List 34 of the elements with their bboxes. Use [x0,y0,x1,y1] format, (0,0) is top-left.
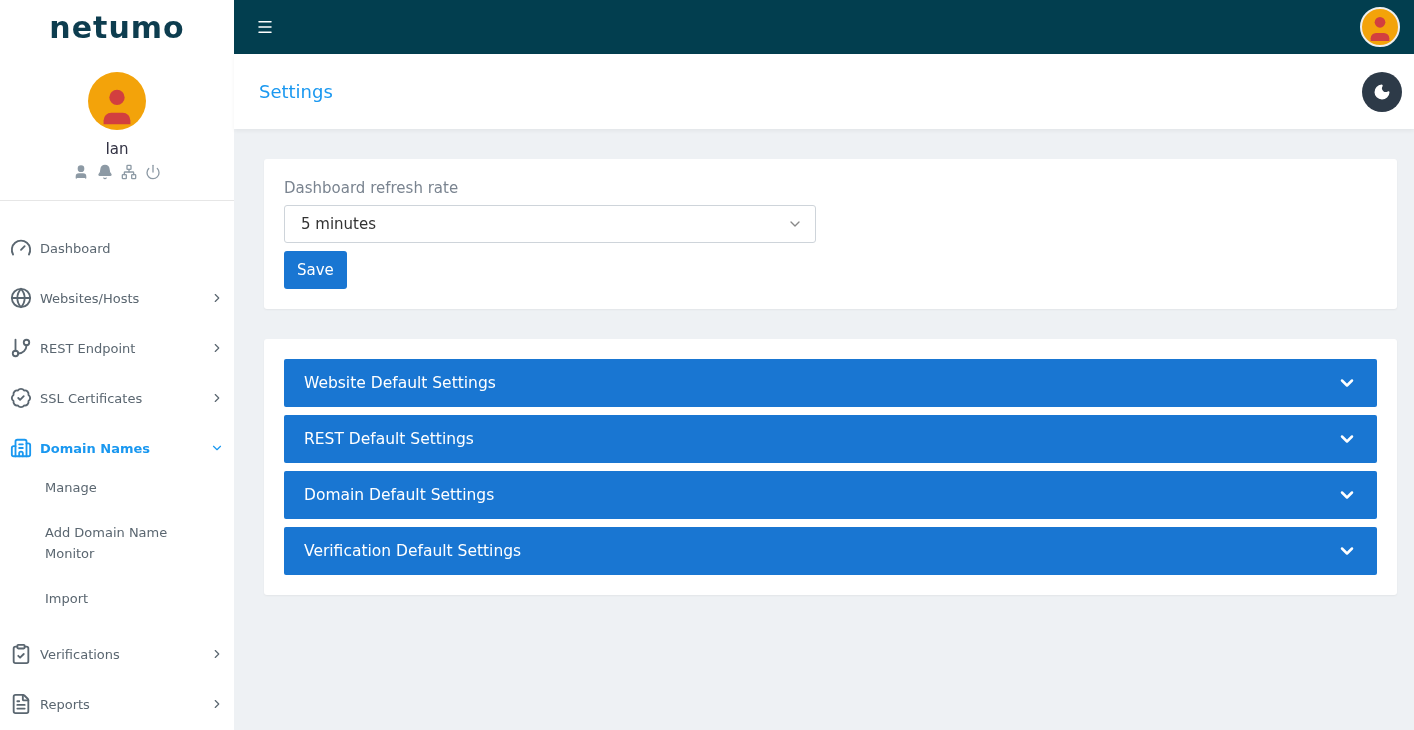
moon-icon [1373,82,1391,101]
accordion-header[interactable]: Verification Default Settings [284,527,1377,575]
accordion-header[interactable]: REST Default Settings [284,415,1377,463]
nav-item[interactable]: Websites/Hosts [0,273,234,323]
user-icon[interactable] [73,164,89,180]
power-icon[interactable] [145,164,161,180]
nav-item[interactable]: Dashboard [0,223,234,273]
document-icon [10,693,32,715]
logo: netumo [48,8,186,47]
page-title: Settings [259,81,333,102]
nav-subitem[interactable]: Add Domain Name Monitor [0,518,180,568]
bell-icon[interactable] [97,164,113,180]
save-button[interactable]: Save [284,251,347,289]
branch-icon [10,337,32,359]
menu-icon[interactable] [256,18,274,36]
nav-item[interactable]: SSL Certificates [0,373,234,423]
globe-icon [10,287,32,309]
avatar[interactable] [1360,7,1400,47]
nav-item[interactable]: Verifications [0,629,234,679]
building-icon [10,437,32,459]
badge-icon [10,387,32,409]
nav-subitem[interactable]: Import [0,584,180,613]
nav-subitem[interactable]: Manage [0,473,180,502]
user-name: Ian [105,140,129,158]
network-icon[interactable] [121,164,137,180]
nav-item[interactable]: Reports [0,679,234,729]
nav-item[interactable]: REST Endpoint [0,323,234,373]
select-field[interactable]: 5 minutes [284,205,816,243]
clipboard-icon [10,643,32,665]
accordion-header[interactable]: Website Default Settings [284,359,1377,407]
avatar [88,72,146,130]
accordion-header[interactable]: Domain Default Settings [284,471,1377,519]
field-label: Dashboard refresh rate [284,179,460,197]
dark-mode-button[interactable] [1362,71,1402,112]
